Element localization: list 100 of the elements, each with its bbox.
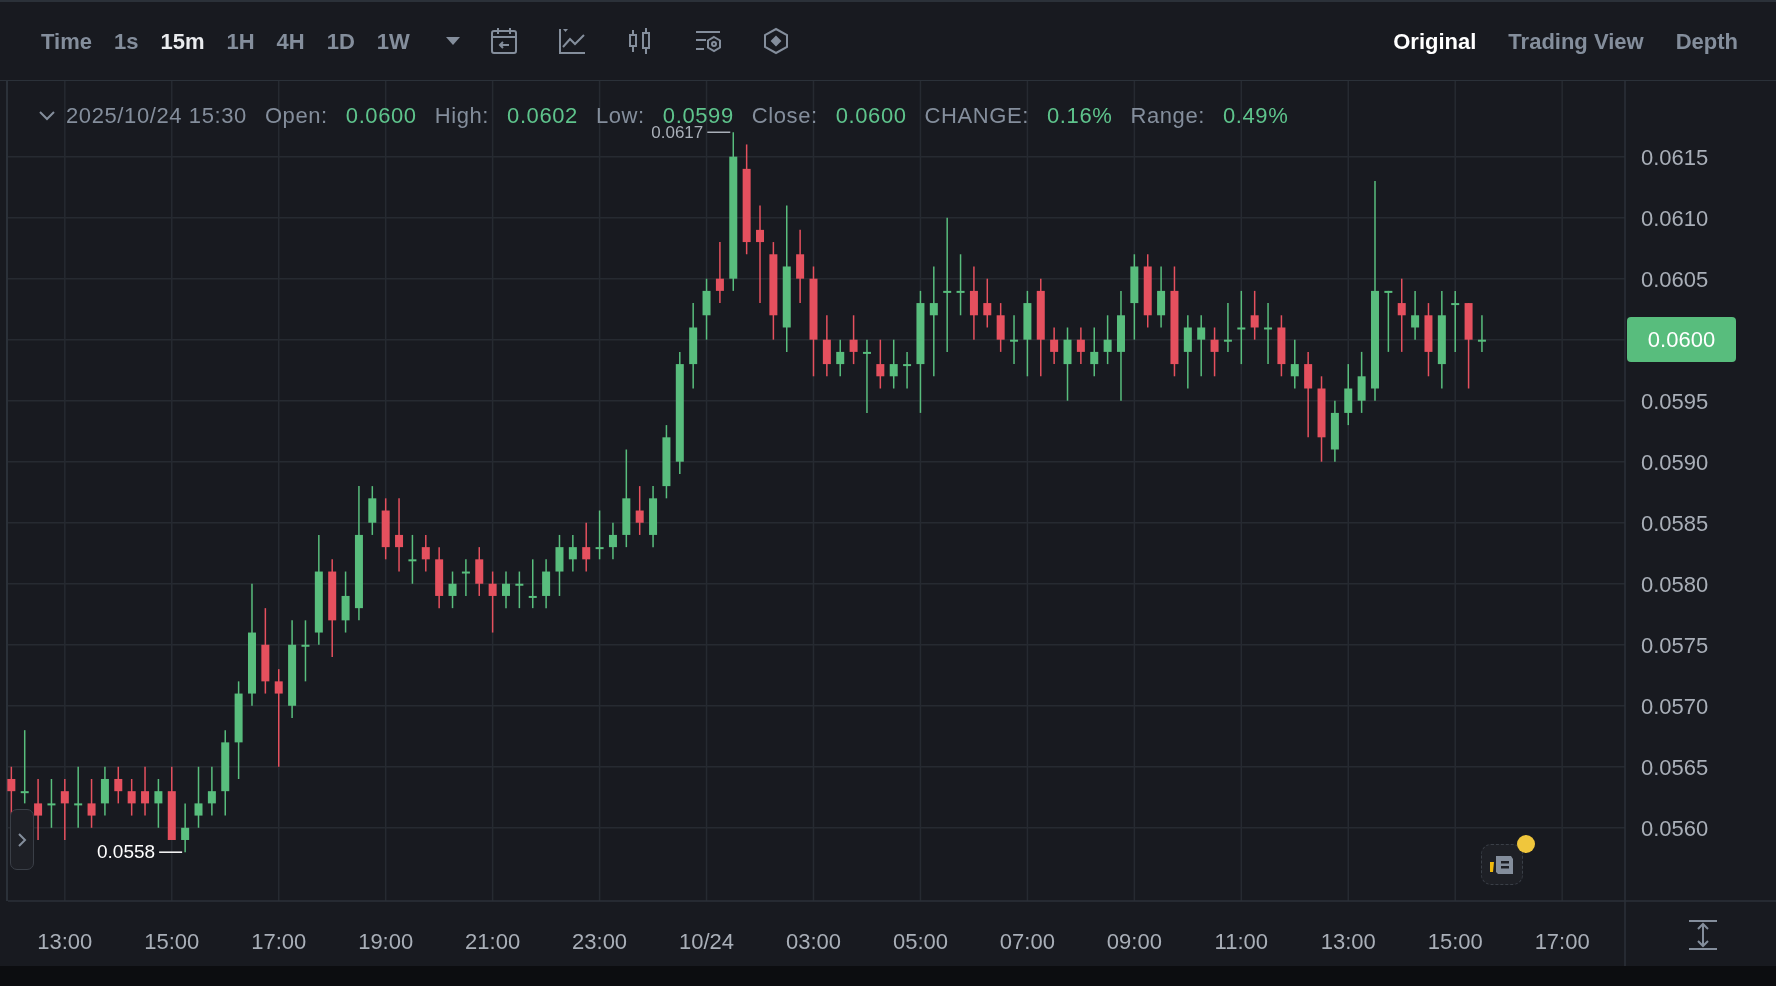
time-axis-label: 23:00 bbox=[572, 929, 628, 954]
candlestick bbox=[47, 778, 56, 829]
interval-tab[interactable]: 1W bbox=[367, 20, 419, 62]
candlestick bbox=[488, 570, 497, 634]
candlestick bbox=[114, 766, 123, 805]
candlestick bbox=[568, 534, 577, 573]
interval-tab[interactable]: 15m bbox=[151, 20, 214, 62]
candlestick bbox=[207, 766, 216, 817]
candlestick bbox=[1411, 290, 1420, 341]
interval-tab[interactable]: 1s bbox=[104, 20, 148, 62]
candlestick bbox=[408, 534, 417, 585]
candlestick bbox=[1210, 326, 1219, 378]
interval-tab[interactable]: 1D bbox=[317, 20, 364, 62]
candlestick bbox=[528, 558, 537, 609]
candlestick bbox=[715, 241, 724, 304]
interval-tab[interactable]: 4H bbox=[267, 20, 314, 62]
field-value: 0.0602 bbox=[507, 105, 578, 127]
candlestick bbox=[1357, 351, 1366, 414]
last-price-tag: 0.0600 bbox=[1627, 317, 1736, 362]
price-axis-label: 0.0610 bbox=[1641, 205, 1709, 231]
candlestick bbox=[475, 546, 484, 597]
price-axis-label: 0.0615 bbox=[1641, 144, 1709, 170]
field-label: Open: bbox=[264, 105, 328, 127]
candlestick bbox=[1103, 314, 1112, 365]
candlestick bbox=[1384, 290, 1393, 353]
time-axis-label: 17:00 bbox=[1534, 929, 1590, 954]
candlestick bbox=[141, 766, 150, 817]
candlestick bbox=[1344, 363, 1353, 426]
field-label: Low: bbox=[595, 105, 645, 127]
candlestick bbox=[1076, 326, 1085, 365]
price-axis-label: 0.0570 bbox=[1641, 693, 1709, 719]
price-axis-label: 0.0605 bbox=[1641, 266, 1709, 292]
price-axis-label: 0.0560 bbox=[1641, 815, 1709, 841]
candlestick bbox=[1223, 302, 1232, 353]
field-value: 0.0600 bbox=[345, 105, 417, 127]
candlestick bbox=[87, 778, 96, 829]
time-axis-label: 15:00 bbox=[1427, 929, 1483, 954]
leader-line bbox=[706, 131, 732, 133]
notification-dot bbox=[1517, 835, 1535, 853]
low-price-label: 0.0558 bbox=[97, 841, 156, 863]
candlestick bbox=[435, 546, 444, 609]
candlestick bbox=[34, 778, 43, 841]
time-axis-label: 09:00 bbox=[1106, 929, 1162, 954]
candlestick bbox=[368, 485, 377, 536]
news-button[interactable] bbox=[1481, 844, 1523, 885]
candlestick bbox=[181, 802, 190, 853]
candlestick bbox=[301, 619, 310, 683]
candlestick bbox=[448, 570, 457, 609]
candlestick bbox=[876, 338, 885, 390]
candlestick bbox=[1090, 326, 1099, 378]
view-tab[interactable]: Trading View bbox=[1492, 20, 1660, 62]
candlestick bbox=[421, 534, 430, 573]
time-axis-label: 13:00 bbox=[1320, 929, 1376, 954]
candlestick bbox=[341, 570, 350, 634]
expand-panel-button[interactable] bbox=[10, 809, 34, 870]
time-axis-label: 17:00 bbox=[251, 929, 307, 954]
candlestick bbox=[74, 766, 83, 829]
candlestick bbox=[555, 534, 564, 597]
candlestick bbox=[542, 558, 551, 609]
candlestick bbox=[194, 766, 203, 829]
time-axis-label: 11:00 bbox=[1214, 929, 1268, 954]
candlestick bbox=[1157, 265, 1166, 329]
interval-tab[interactable]: 1H bbox=[217, 20, 264, 62]
candlestick bbox=[822, 314, 831, 378]
candlestick bbox=[1451, 290, 1460, 353]
candlestick bbox=[1330, 399, 1339, 463]
candlestick bbox=[515, 570, 524, 609]
candlestick bbox=[154, 778, 163, 829]
caret-icon bbox=[444, 36, 461, 46]
candlestick bbox=[702, 277, 711, 341]
time-axis-label: 19:00 bbox=[358, 929, 414, 954]
candlestick bbox=[649, 485, 658, 548]
candlestick bbox=[1477, 314, 1486, 353]
time-axis-label: 15:00 bbox=[144, 929, 200, 954]
candlestick bbox=[381, 497, 390, 561]
candlestick bbox=[635, 485, 644, 536]
candlestick bbox=[836, 338, 845, 378]
candlestick bbox=[1290, 338, 1299, 390]
candlestick bbox=[996, 302, 1005, 353]
time-axis-label: 07:00 bbox=[999, 929, 1055, 954]
candlestick bbox=[1264, 302, 1273, 365]
chevron-right-icon bbox=[17, 832, 27, 847]
view-tab[interactable]: Original bbox=[1377, 20, 1493, 62]
candlestick bbox=[582, 522, 591, 573]
price-axis-label: 0.0580 bbox=[1641, 571, 1709, 597]
candlestick bbox=[60, 778, 69, 841]
view-tab[interactable]: Depth bbox=[1659, 20, 1754, 62]
interval-tab[interactable]: Time bbox=[32, 20, 101, 62]
candlestick bbox=[1277, 314, 1286, 378]
field-label: Range: bbox=[1130, 105, 1205, 127]
candle-date: 2025/10/24 15:30 bbox=[66, 105, 247, 127]
price-axis-label: 0.0590 bbox=[1641, 449, 1709, 475]
field-value: 0.16% bbox=[1047, 105, 1113, 127]
field-value: 0.0600 bbox=[835, 105, 907, 127]
candlestick bbox=[1050, 326, 1059, 365]
candlestick bbox=[1010, 314, 1019, 365]
candlestick bbox=[461, 558, 470, 597]
price-axis-label: 0.0585 bbox=[1641, 510, 1709, 536]
auto-scale-icon[interactable] bbox=[1686, 919, 1720, 951]
candlestick bbox=[502, 570, 510, 609]
